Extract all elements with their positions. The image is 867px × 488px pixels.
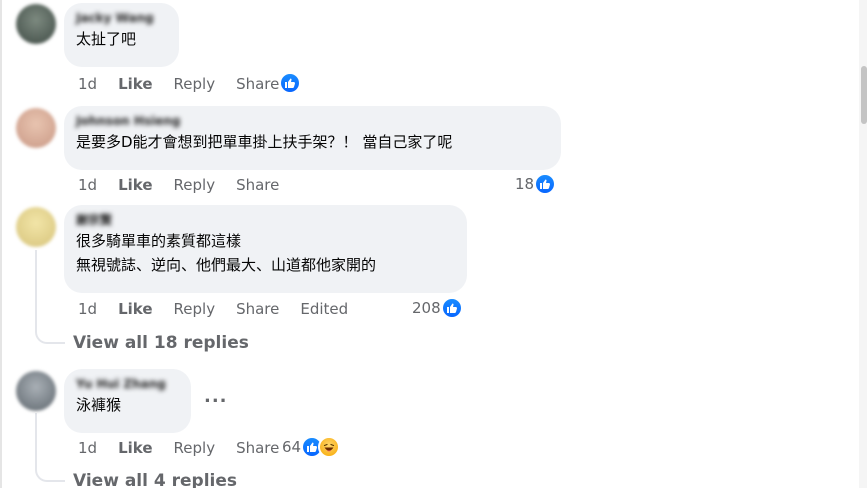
edited-label[interactable]: Edited <box>300 300 348 318</box>
reaction-count: 18 <box>515 175 535 193</box>
comment-text: 無視號誌、逆向、他們最大、山道都他家開的 <box>76 256 377 274</box>
comment-author[interactable]: 謝宗賢 <box>76 212 455 229</box>
avatar[interactable] <box>16 108 56 148</box>
avatar[interactable] <box>16 4 56 44</box>
like-button[interactable]: Like <box>118 300 152 318</box>
thread-connector <box>35 318 65 344</box>
left-edge <box>0 0 2 488</box>
comment-text: 泳褲猴 <box>76 396 122 414</box>
share-button[interactable]: Share <box>236 75 279 93</box>
reply-button[interactable]: Reply <box>174 439 216 457</box>
comment-author[interactable]: Johnson Hsieng <box>76 113 549 130</box>
reply-button[interactable]: Reply <box>174 176 216 194</box>
comment-bubble: Jacky Wang 太扯了吧 <box>64 3 179 67</box>
comment-actions: 1d Like Reply Share <box>78 438 300 458</box>
like-button[interactable]: Like <box>118 176 152 194</box>
thumbs-up-icon <box>279 72 301 94</box>
like-button[interactable]: Like <box>118 439 152 457</box>
comment-actions: 1d Like Reply Share <box>78 175 300 195</box>
view-replies-link[interactable]: View all 18 replies <box>73 333 249 353</box>
timestamp[interactable]: 1d <box>78 300 97 318</box>
reply-button[interactable]: Reply <box>174 75 216 93</box>
laughing-face-icon <box>318 436 341 458</box>
thumbs-up-icon <box>440 297 463 319</box>
comment-actions: 1d Like Reply Share <box>78 74 300 94</box>
comment-bubble: Johnson Hsieng 是要多D能才會想到把單車掛上扶手架？！ 當自己家了… <box>64 106 561 170</box>
scrollbar-thumb[interactable] <box>861 66 867 124</box>
share-button[interactable]: Share <box>236 300 279 318</box>
more-options-icon[interactable]: ... <box>204 386 228 407</box>
avatar[interactable] <box>16 371 56 411</box>
share-button[interactable]: Share <box>236 176 279 194</box>
comment-text: 是要多D能才會想到把單車掛上扶手架？！ 當自己家了呢 <box>76 133 453 151</box>
reaction-summary[interactable] <box>279 72 301 94</box>
share-button[interactable]: Share <box>236 439 279 457</box>
comment-author[interactable]: Jacky Wang <box>76 10 167 27</box>
avatar[interactable] <box>16 207 56 247</box>
timestamp[interactable]: 1d <box>78 75 97 93</box>
timestamp[interactable]: 1d <box>78 439 97 457</box>
view-replies-link[interactable]: View all 4 replies <box>73 471 237 488</box>
reply-button[interactable]: Reply <box>174 300 216 318</box>
comment-author[interactable]: Yu Hui Zhang <box>76 376 179 393</box>
thread-connector <box>35 456 65 482</box>
like-button[interactable]: Like <box>118 75 152 93</box>
reaction-summary[interactable]: 18 <box>515 173 557 195</box>
comment-bubble: 謝宗賢 很多騎單車的素質都這樣 無視號誌、逆向、他們最大、山道都他家開的 <box>64 205 467 293</box>
comment-text: 很多騎單車的素質都這樣 <box>76 232 242 250</box>
reaction-count: 64 <box>282 438 302 456</box>
reaction-summary[interactable]: 64 <box>282 436 341 458</box>
reaction-summary[interactable]: 208 <box>412 297 463 319</box>
reaction-count: 208 <box>412 299 441 317</box>
thumbs-up-icon <box>534 173 557 195</box>
timestamp[interactable]: 1d <box>78 176 97 194</box>
comment-text: 太扯了吧 <box>76 30 137 48</box>
comment-actions: 1d Like Reply Share Edited <box>78 299 369 319</box>
comment-bubble: Yu Hui Zhang 泳褲猴 <box>64 369 191 433</box>
